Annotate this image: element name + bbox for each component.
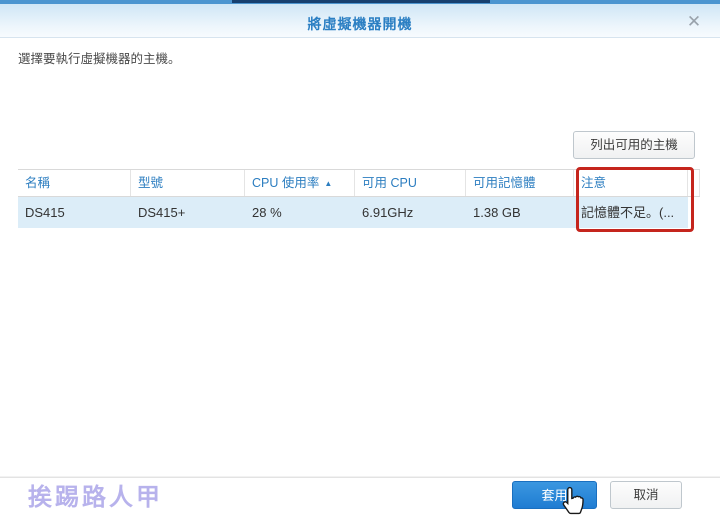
- cell-cpu-usage: 28 %: [252, 205, 282, 220]
- column-header-model[interactable]: 型號: [131, 170, 245, 196]
- column-header-available-cpu[interactable]: 可用 CPU: [355, 170, 466, 196]
- column-header-name[interactable]: 名稱: [18, 170, 131, 196]
- column-header-available-cpu-label: 可用 CPU: [362, 176, 417, 190]
- cell-name: DS415: [25, 205, 65, 220]
- watermark-text: 挨踢路人甲: [28, 484, 163, 511]
- cancel-button[interactable]: 取消: [610, 481, 682, 509]
- dialog-title: 將虛擬機器開機: [307, 16, 413, 32]
- dialog-titlebar: 將虛擬機器開機 ✕: [0, 4, 720, 38]
- apply-button[interactable]: 套用: [512, 481, 597, 509]
- footer-divider: [0, 476, 720, 478]
- sort-ascending-icon: ▲: [324, 179, 333, 188]
- table-header-filler: [688, 170, 700, 196]
- column-header-note-label: 注意: [581, 176, 607, 190]
- column-header-name-label: 名稱: [25, 176, 51, 190]
- column-header-cpu-usage[interactable]: CPU 使用率 ▲: [245, 170, 355, 196]
- table-row-ds415[interactable]: DS415 DS415+ 28 % 6.91GHz 1.38 GB 記憶體不足。…: [18, 197, 700, 228]
- column-header-cpu-usage-label: CPU 使用率: [252, 176, 320, 190]
- host-table: 名稱 型號 CPU 使用率 ▲ 可用 CPU 可用記憶體 注意 DS415 DS4…: [18, 169, 700, 228]
- dialog-subtitle: 選擇要執行虛擬機器的主機。: [18, 52, 181, 66]
- table-row-filler: [688, 197, 700, 228]
- column-header-available-memory[interactable]: 可用記憶體: [466, 170, 574, 196]
- cell-note: 記憶體不足。(...: [581, 205, 675, 220]
- background-window-edge: [232, 0, 490, 3]
- table-header-row: 名稱 型號 CPU 使用率 ▲ 可用 CPU 可用記憶體 注意: [18, 169, 700, 197]
- column-header-available-memory-label: 可用記憶體: [473, 176, 536, 190]
- cell-model: DS415+: [138, 205, 186, 220]
- cell-available-memory: 1.38 GB: [473, 205, 521, 220]
- list-available-hosts-button[interactable]: 列出可用的主機: [573, 131, 695, 159]
- column-header-note[interactable]: 注意: [574, 170, 688, 196]
- column-header-model-label: 型號: [138, 176, 164, 190]
- cell-available-cpu: 6.91GHz: [362, 205, 414, 220]
- close-icon[interactable]: ✕: [684, 12, 704, 32]
